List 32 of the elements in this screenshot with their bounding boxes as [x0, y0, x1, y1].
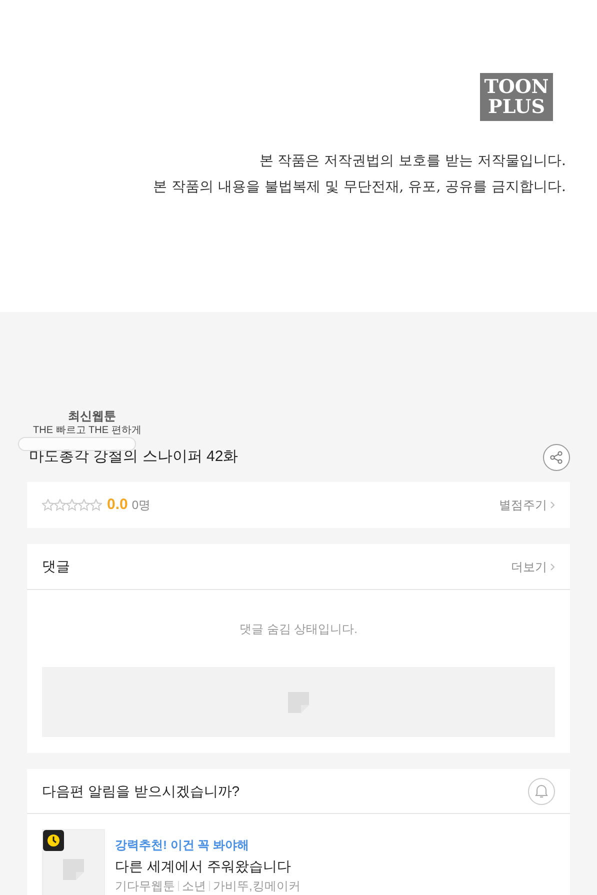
- empty-star-icon[interactable]: [90, 499, 102, 511]
- copyright-notice: 본 작품의 내용을 불법복제 및 무단전재, 유포, 공유를 금지합니다.: [153, 178, 566, 197]
- episode-title: 마도총각 강철의 스나이퍼 42화: [28, 446, 238, 467]
- empty-star-icon[interactable]: [54, 499, 66, 511]
- empty-star-icon[interactable]: [66, 499, 78, 511]
- more-link[interactable]: 더보기: [511, 558, 555, 576]
- notify-question: 다음편 알림을 받으시겠습니까?: [42, 782, 240, 800]
- badge-title: 최신웹툰: [68, 408, 116, 425]
- tag-label: 가비뚜,킹메이커: [213, 878, 300, 895]
- chevron-icon: [550, 501, 555, 509]
- thumbnail[interactable]: [42, 829, 105, 895]
- tag-label: 소년: [182, 878, 206, 895]
- hidden-comments-message: 댓글 숨김 상태입니다.: [239, 620, 358, 638]
- badge-slogan: THE 빠르고 THE 편하게: [33, 425, 142, 437]
- bell-button[interactable]: [528, 778, 555, 804]
- logo-text: PLUS: [488, 97, 545, 117]
- empty-star-icon[interactable]: [78, 499, 90, 511]
- copyright-notice: 본 작품은 저작권법의 보호를 받는 저작물입니다.: [259, 152, 566, 171]
- logo-text: TOON: [484, 77, 549, 97]
- chevron-icon: [550, 562, 555, 570]
- share-icon: [550, 450, 563, 464]
- rating-count: 0명: [132, 497, 151, 514]
- empty-star-icon[interactable]: [42, 499, 54, 511]
- rating-score: 0.0: [107, 494, 128, 515]
- comments-title: 댓글: [42, 557, 70, 576]
- share-button[interactable]: [543, 444, 570, 470]
- recommendation-title[interactable]: 다른 세계에서 주워왔습니다: [115, 855, 300, 877]
- clock-badge-icon: [43, 830, 64, 851]
- tag-label: 기다무웹툰: [115, 878, 175, 895]
- bell-icon: [535, 784, 548, 798]
- rate-link[interactable]: 별점주기: [499, 496, 555, 514]
- recommendation-tagline: 강력추천! 이건 꼭 봐야해: [115, 837, 250, 854]
